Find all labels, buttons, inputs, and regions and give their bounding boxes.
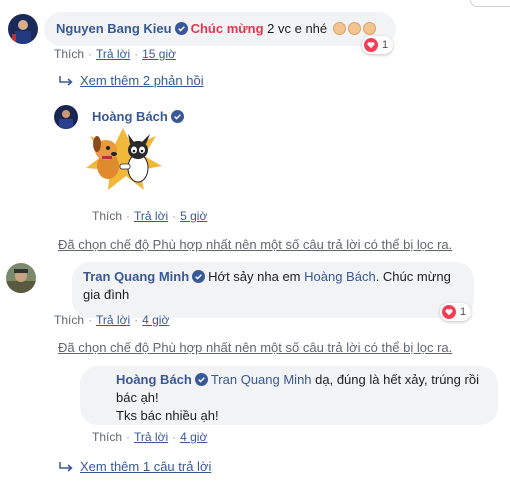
like-link[interactable]: Thích — [92, 430, 122, 444]
comment-bubble: Tran Quang Minh Hớt sảy nha em Hoàng Bách… — [72, 262, 474, 318]
heart-icon — [442, 305, 456, 319]
reaction-count[interactable]: 1 — [362, 36, 394, 54]
timestamp[interactable]: 15 giờ — [142, 47, 176, 61]
comment-actions: Thích · Trả lời · 4 giờ — [54, 313, 169, 327]
timestamp[interactable]: 4 giờ — [142, 313, 169, 327]
comment-author-row: Hoàng Bách — [92, 109, 187, 124]
reply-arrow-icon — [59, 76, 73, 86]
reply-link[interactable]: Trả lời — [96, 313, 130, 327]
reaction-count[interactable]: 1 — [440, 303, 472, 321]
filter-notice[interactable]: Đã chọn chế độ Phù hợp nhất nên một số c… — [58, 237, 452, 252]
verified-badge-icon — [174, 22, 188, 35]
reaction-number: 1 — [460, 306, 467, 318]
view-more-replies[interactable]: Xem thêm 1 câu trả lời — [58, 459, 211, 474]
separator-dot: · — [172, 430, 177, 444]
separator-dot: · — [126, 209, 131, 223]
verified-badge-icon — [192, 270, 206, 283]
comment-bubble: Nguyen Bang Kieu Chúc mừng 2 vc e nhé — [44, 12, 396, 46]
dog-and-cat-sticker[interactable] — [82, 126, 164, 192]
mention-link[interactable]: Hoàng Bách — [304, 269, 376, 284]
like-link[interactable]: Thích — [54, 313, 84, 327]
comment-actions: Thích · Trả lời · 15 giờ — [54, 47, 176, 61]
avatar[interactable] — [8, 14, 38, 44]
comment-author[interactable]: Hoàng Bách — [92, 109, 168, 124]
view-more-replies[interactable]: Xem thêm 2 phản hồi — [58, 73, 204, 88]
clapping-hands-icon — [362, 22, 376, 35]
like-link[interactable]: Thích — [54, 47, 84, 61]
verified-badge-icon — [194, 373, 208, 386]
timestamp[interactable]: 5 giờ — [180, 209, 207, 223]
like-link[interactable]: Thích — [92, 209, 122, 223]
comment-text: Hớt sảy nha em — [208, 269, 305, 284]
separator-dot: · — [126, 430, 131, 444]
comment-author[interactable]: Tran Quang Minh — [83, 269, 189, 284]
comment-text: Tks bác nhiều ạh! — [116, 408, 219, 423]
reply-arrow-icon — [59, 462, 73, 472]
reply-link[interactable]: Trả lời — [96, 47, 130, 61]
view-more-replies-label: Xem thêm 2 phản hồi — [80, 73, 204, 88]
mention-link[interactable]: Tran Quang Minh — [211, 372, 312, 387]
verified-badge-icon — [170, 110, 184, 123]
reply-link[interactable]: Trả lời — [134, 209, 168, 223]
comment-author[interactable]: Hoàng Bách — [116, 372, 192, 387]
comment-text: 2 vc e nhé — [263, 21, 328, 36]
filter-notice[interactable]: Đã chọn chế độ Phù hợp nhất nên một số c… — [58, 340, 452, 355]
comment-text: dạ, đúng là hết xảy, trúng rồi — [311, 372, 479, 387]
comment-author[interactable]: Nguyen Bang Kieu — [56, 21, 172, 36]
previous-comment-edge — [470, 0, 510, 7]
avatar[interactable] — [6, 263, 36, 293]
separator-dot: · — [172, 209, 177, 223]
comment-bubble: Hoàng Bách Tran Quang Minh dạ, đúng là hế… — [80, 366, 498, 425]
separator-dot: · — [134, 313, 139, 327]
view-more-replies-label: Xem thêm 1 câu trả lời — [80, 459, 212, 474]
heart-icon — [364, 38, 378, 52]
comment-actions: Thích · Trả lời · 5 giờ — [92, 209, 207, 223]
separator-dot: · — [134, 47, 139, 61]
reply-link[interactable]: Trả lời — [134, 430, 168, 444]
separator-dot: · — [88, 47, 93, 61]
separator-dot: · — [88, 313, 93, 327]
comment-text: bác ạh! — [116, 390, 159, 405]
clapping-hands-icon — [332, 22, 346, 35]
comment-actions: Thích · Trả lời · 4 giờ — [92, 430, 207, 444]
reaction-number: 1 — [382, 39, 389, 51]
clapping-hands-icon — [347, 22, 361, 35]
celebrate-text[interactable]: Chúc mừng — [191, 21, 264, 36]
avatar[interactable] — [54, 105, 78, 129]
timestamp[interactable]: 4 giờ — [180, 430, 207, 444]
